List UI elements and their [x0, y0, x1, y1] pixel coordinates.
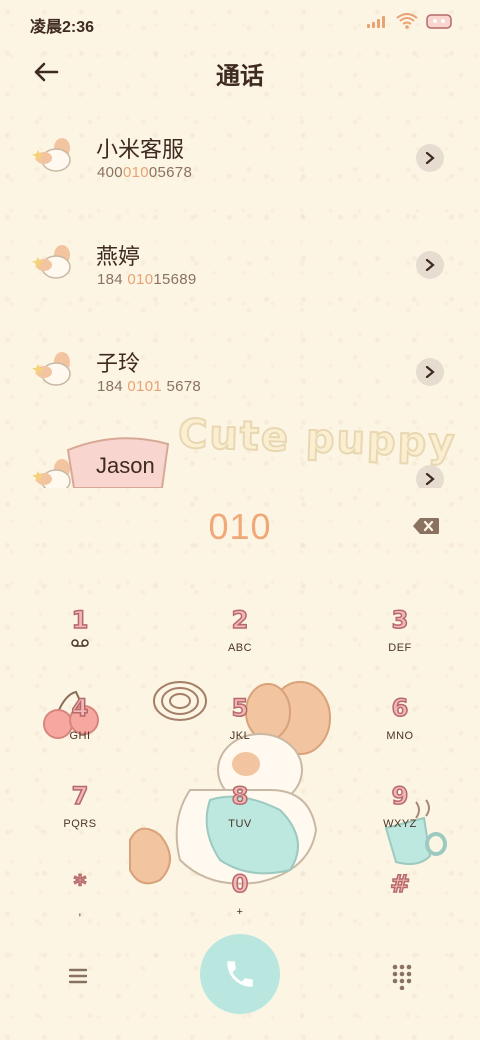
key-7[interactable]: 7 PQRS: [20, 781, 140, 848]
key-digit: 2: [231, 605, 249, 635]
contact-list: 小米客服 40001005678 燕婷 184 01015689 子玲 184 …: [0, 110, 480, 488]
key-letters: ABC: [227, 642, 253, 654]
key-letters: PQRS: [63, 818, 97, 830]
bottom-bar: [0, 930, 480, 1020]
contact-number: 184 01015689: [97, 271, 197, 288]
key-2[interactable]: 2 ABC: [180, 605, 300, 672]
battery-icon: [426, 14, 452, 29]
key-0[interactable]: 0 +: [180, 869, 300, 936]
key-digit: 0: [231, 869, 249, 899]
contact-number: 184 0101 5678: [97, 378, 202, 395]
dialpad-toggle-button[interactable]: [388, 962, 416, 991]
contact-name: 子玲: [96, 351, 141, 376]
key-letters: MNO: [386, 730, 414, 742]
chevron-right-icon: [425, 366, 435, 378]
status-icons: [366, 12, 454, 30]
key-digit: 5: [231, 693, 249, 723]
chevron-right-icon: [425, 259, 435, 271]
contact-name: 小米客服: [96, 137, 185, 162]
call-button[interactable]: [200, 934, 280, 1014]
contact-detail-button[interactable]: [416, 358, 444, 386]
contact-item[interactable]: 燕婷 184 01015689: [0, 217, 480, 313]
key-9[interactable]: 9 WXYZ: [340, 781, 460, 848]
chevron-right-icon: [425, 473, 435, 485]
key-6[interactable]: 6 MNO: [340, 693, 460, 760]
key-8[interactable]: 8 TUV: [180, 781, 300, 848]
contact-item[interactable]: 子玲 184 0101 5678: [0, 324, 480, 420]
key-letters: TUV: [228, 818, 252, 830]
contact-item[interactable]: 小米客服 40001005678: [0, 110, 480, 206]
chevron-right-icon: [425, 152, 435, 164]
dialed-number: 010: [208, 506, 272, 547]
key-digit: 1: [71, 605, 89, 635]
key-4[interactable]: 4 GHI: [20, 693, 140, 760]
contact-item[interactable]: Jason: [0, 431, 480, 488]
key-digit: *: [73, 869, 87, 899]
dial-display: 010: [0, 502, 480, 556]
key-digit: #: [389, 869, 411, 899]
key-letters: ,: [78, 906, 82, 918]
key-letters: WXYZ: [383, 818, 417, 830]
contact-number: 40001005678: [97, 164, 193, 181]
status-bar: 凌晨2:36: [0, 0, 480, 44]
delete-button[interactable]: [412, 516, 440, 538]
wifi-icon: [396, 13, 418, 29]
menu-icon: [68, 968, 88, 984]
puppy-avatar-icon: [32, 459, 71, 488]
key-3[interactable]: 3 DEF: [340, 605, 460, 672]
dialpad-grid-icon: [392, 964, 412, 991]
signal-icon: [367, 16, 385, 28]
keypad: 1 2 ABC 3 DEF 4 GHI 5 JKL 6 MNO 7 PQRS 8…: [0, 596, 480, 936]
menu-button[interactable]: [62, 962, 94, 990]
contact-name: Jason: [96, 453, 155, 478]
key-digit: 8: [231, 781, 249, 811]
contact-name: 燕婷: [96, 244, 141, 269]
puppy-avatar-icon: [32, 245, 71, 279]
backspace-icon: [413, 518, 439, 534]
key-5[interactable]: 5 JKL: [180, 693, 300, 760]
key-letters: GHI: [69, 730, 91, 742]
contact-detail-button[interactable]: [416, 144, 444, 172]
key-digit: 3: [391, 605, 409, 635]
key-hash[interactable]: #: [340, 869, 460, 936]
key-letters: DEF: [388, 642, 412, 654]
key-digit: 9: [391, 781, 409, 811]
key-1[interactable]: 1: [20, 605, 140, 672]
key-star[interactable]: * ,: [20, 869, 140, 936]
puppy-avatar-icon: [32, 352, 71, 386]
key-digit: 4: [71, 693, 89, 723]
header: 通话: [0, 44, 480, 100]
key-digit: 7: [71, 781, 89, 811]
puppy-avatar-icon: [32, 138, 71, 172]
page-title: 通话: [216, 63, 264, 90]
phone-icon: [227, 961, 253, 987]
status-time: 凌晨2:36: [30, 19, 95, 36]
key-digit: 6: [391, 693, 409, 723]
key-letters: JKL: [229, 730, 251, 742]
contact-detail-button[interactable]: [416, 465, 444, 488]
voicemail-icon: [71, 639, 89, 647]
key-letters: +: [236, 906, 244, 918]
contact-detail-button[interactable]: [416, 251, 444, 279]
